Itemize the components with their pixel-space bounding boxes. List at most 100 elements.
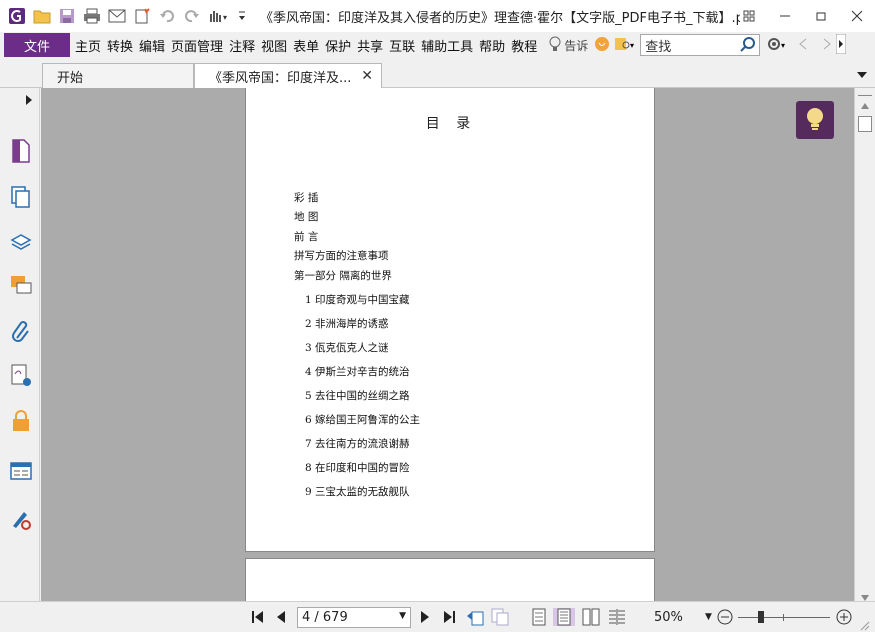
hand-tool-icon[interactable]: ▾ [206, 5, 228, 27]
certificate-sign-icon[interactable] [8, 506, 34, 532]
tips-lightbulb-button[interactable] [796, 101, 834, 139]
ribbon-expand-icon[interactable] [835, 33, 847, 57]
svg-text:▾: ▾ [781, 41, 785, 50]
menu-view[interactable]: 视图 [258, 33, 290, 57]
menu-help[interactable]: 帮助 [476, 33, 508, 57]
close-button[interactable] [839, 0, 875, 32]
menu-page-management[interactable]: 页面管理 [168, 33, 226, 57]
last-page-icon[interactable] [440, 608, 458, 626]
menu-convert[interactable]: 转换 [104, 33, 136, 57]
menu-tutorial[interactable]: 教程 [508, 33, 540, 57]
facing-view-icon[interactable] [582, 608, 600, 626]
attachments-icon[interactable] [8, 318, 34, 344]
toc-entry[interactable]: 拼写方面的注意事项 [294, 248, 389, 263]
menu-protect[interactable]: 保护 [322, 33, 354, 57]
zoom-slider-handle[interactable] [758, 611, 764, 623]
zoom-out-icon[interactable] [716, 608, 734, 626]
menu-comment[interactable]: 注释 [226, 33, 258, 57]
tell-me-label[interactable]: 告诉 [564, 37, 588, 54]
new-document-icon[interactable] [131, 5, 153, 27]
maximize-button[interactable] [803, 0, 839, 32]
page-dropdown-icon[interactable]: ▼ [399, 611, 406, 621]
menu-form[interactable]: 表单 [290, 33, 322, 57]
toc-entry[interactable]: 5 去往中国的丝绸之路 [305, 388, 410, 403]
nav-back-icon[interactable] [798, 37, 808, 54]
zoom-slider-track[interactable] [738, 617, 830, 618]
page-thumbnail-icon[interactable] [8, 138, 34, 164]
comments-icon[interactable] [8, 273, 34, 299]
toc-entry[interactable]: 9 三宝太监的无敌舰队 [305, 484, 410, 499]
email-icon[interactable] [106, 5, 128, 27]
menu-accessibility[interactable]: 辅助工具 [418, 33, 476, 57]
tab-start[interactable]: 开始 [42, 63, 194, 88]
tab-list-dropdown-icon[interactable] [857, 68, 867, 82]
toc-entry[interactable]: 1 印度奇观与中国宝藏 [305, 292, 410, 307]
toc-entry[interactable]: 4 伊斯兰对辛吉的统治 [305, 364, 410, 379]
toc-entry[interactable]: 3 佤克佤克人之谜 [305, 340, 389, 355]
scroll-up-icon[interactable] [861, 98, 869, 112]
vertical-scrollbar[interactable] [854, 88, 875, 601]
toc-entry[interactable]: 7 去往南方的流浪谢赫 [305, 436, 410, 451]
security-lock-icon[interactable] [8, 408, 34, 434]
quick-access-toolbar: ▾ [0, 0, 256, 32]
search-icon[interactable] [740, 37, 756, 57]
nav-forward-icon[interactable] [822, 37, 832, 54]
save-icon[interactable] [56, 5, 78, 27]
lightbulb-icon[interactable] [548, 36, 562, 55]
next-page-icon[interactable] [416, 608, 434, 626]
feedback-icon[interactable] [594, 36, 610, 55]
scrollbar-thumb[interactable] [858, 116, 872, 132]
document-viewport[interactable]: 目 录 彩 插 地 图 前 言 拼写方面的注意事项 第一部分 隔离的世界 1 印… [41, 88, 854, 601]
continuous-facing-view-icon[interactable] [608, 608, 626, 626]
single-page-view-icon[interactable] [530, 608, 548, 626]
continuous-view-icon[interactable] [553, 608, 575, 626]
search-placeholder: 查找 [645, 39, 672, 55]
page-number-value: 4 / 679 [302, 610, 348, 625]
toc-entry[interactable]: 地 图 [294, 209, 318, 224]
zoom-dropdown-icon[interactable]: ▼ [705, 612, 712, 622]
toc-entry[interactable]: 第一部分 隔离的世界 [294, 268, 392, 283]
settings-gear-icon[interactable]: ▾ [766, 36, 788, 55]
app-logo-icon[interactable] [6, 5, 28, 27]
previous-page-icon[interactable] [272, 608, 290, 626]
window-title: 《季风帝国：印度洋及其入侵者的历史》理查德·霍尔【文字版_PDF电子书_下载】.… [260, 10, 740, 26]
toc-entry[interactable]: 6 嫁给国王阿鲁浑的公主 [305, 412, 420, 427]
menu-tools-right: 告诉 ▾ 查找 ▾ [548, 33, 847, 57]
previous-view-icon[interactable] [466, 608, 484, 626]
toc-entry[interactable]: 前 言 [294, 229, 318, 244]
next-view-icon[interactable] [491, 608, 509, 626]
find-options-icon[interactable]: ▾ [614, 36, 636, 55]
form-fields-icon[interactable] [8, 458, 34, 484]
svg-text:▾: ▾ [630, 41, 634, 50]
redo-icon[interactable] [181, 5, 203, 27]
toc-entry[interactable]: 2 非洲海岸的诱惑 [305, 316, 389, 331]
layers-icon[interactable] [8, 229, 34, 255]
zoom-level[interactable]: 50% [654, 610, 683, 625]
menu-bar: 文件 主页 转换 编辑 页面管理 注释 视图 表单 保护 共享 互联 辅助工具 … [0, 32, 875, 58]
toc-entry[interactable]: 8 在印度和中国的冒险 [305, 460, 410, 475]
toc-entry[interactable]: 彩 插 [294, 190, 318, 205]
title-bar: ▾ 《季风帝国：印度洋及其入侵者的历史》理查德·霍尔【文字版_PDF电子书_下载… [0, 0, 875, 32]
file-menu-button[interactable]: 文件 [4, 33, 70, 57]
panel-expand-icon[interactable] [26, 94, 32, 108]
print-icon[interactable] [81, 5, 103, 27]
minimize-button[interactable] [767, 0, 803, 32]
customize-qa-icon[interactable] [231, 5, 253, 27]
tab-document[interactable]: 《季风帝国：印度洋及... ✕ [194, 63, 382, 89]
signatures-icon[interactable] [8, 363, 34, 389]
menu-home[interactable]: 主页 [72, 33, 104, 57]
menu-edit[interactable]: 编辑 [136, 33, 168, 57]
page-number-input[interactable]: 4 / 679 ▼ [297, 607, 411, 628]
menu-connect[interactable]: 互联 [386, 33, 418, 57]
tab-close-icon[interactable]: ✕ [361, 68, 373, 84]
resize-grip-icon[interactable] [860, 620, 870, 631]
window-controls [731, 0, 875, 32]
menu-share[interactable]: 共享 [354, 33, 386, 57]
first-page-icon[interactable] [249, 608, 267, 626]
zoom-in-icon[interactable] [835, 608, 853, 626]
undo-icon[interactable] [156, 5, 178, 27]
search-input[interactable]: 查找 [640, 34, 761, 57]
pages-icon[interactable] [8, 184, 34, 210]
restore-layout-icon[interactable] [731, 0, 767, 32]
open-folder-icon[interactable] [31, 5, 53, 27]
